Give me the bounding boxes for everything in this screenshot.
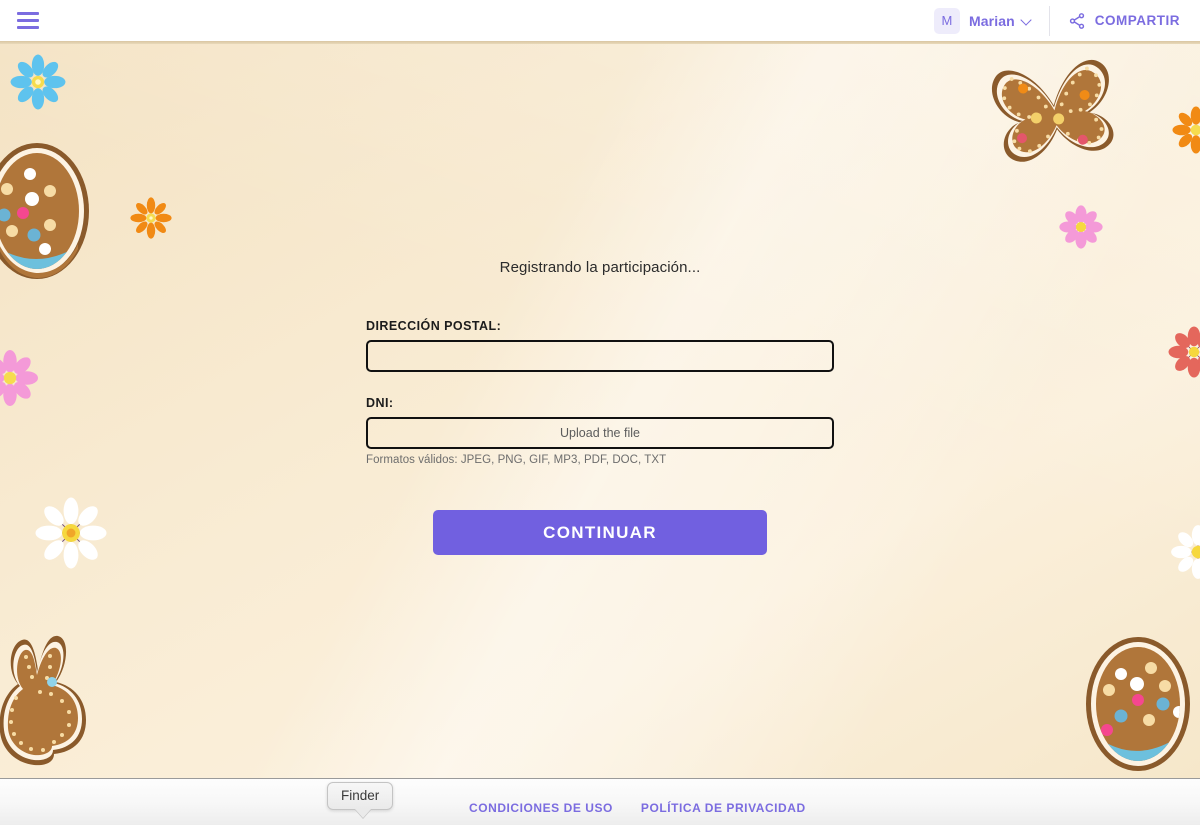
flower-red-right-edge xyxy=(1168,326,1200,378)
cookie-bunny-bottom-left xyxy=(0,635,86,766)
hamburger-menu-icon[interactable] xyxy=(0,0,56,41)
user-menu[interactable]: M Marian xyxy=(924,0,1049,41)
finder-tooltip: Finder xyxy=(327,782,394,818)
continue-button[interactable]: CONTINUAR xyxy=(433,510,767,555)
flower-blue-top-left xyxy=(10,54,66,110)
footer-bar: CONDICIONES DE USO POLÍTICA DE PRIVACIDA… xyxy=(0,778,1200,825)
status-message: Registrando la participación... xyxy=(499,259,701,276)
hamburger-line xyxy=(17,26,39,29)
dni-label: DNI: xyxy=(366,396,394,410)
footer-links: CONDICIONES DE USO POLÍTICA DE PRIVACIDA… xyxy=(469,801,806,815)
hamburger-line xyxy=(17,19,39,22)
flower-pink-left-edge xyxy=(0,350,38,406)
user-name-label: Marian xyxy=(969,12,1015,29)
postal-address-input[interactable] xyxy=(366,340,834,372)
header-right-group: M Marian COMPARTIR xyxy=(924,0,1200,41)
chevron-down-icon xyxy=(1022,16,1031,25)
flower-orange-left xyxy=(130,197,172,239)
cookie-egg-left xyxy=(0,143,89,279)
dni-upload-label: Upload the file xyxy=(560,426,640,440)
avatar: M xyxy=(934,7,961,34)
dni-formats-hint: Formatos válidos: JPEG, PNG, GIF, MP3, P… xyxy=(366,454,667,466)
dni-group: DNI: Upload the file Formatos válidos: J… xyxy=(366,396,834,466)
hamburger-line xyxy=(17,12,39,15)
flower-pink-right xyxy=(1059,205,1103,249)
flower-white-bottom-left xyxy=(35,497,107,569)
flower-white-right-edge xyxy=(1171,525,1200,579)
header-bottom-rule xyxy=(0,41,1200,44)
top-header-bar: M Marian COMPARTIR xyxy=(0,0,1200,41)
privacy-policy-link[interactable]: POLÍTICA DE PRIVACIDAD xyxy=(641,801,806,815)
flower-orange-right-edge xyxy=(1172,106,1200,154)
finder-tooltip-label: Finder xyxy=(327,782,394,810)
cookie-egg-bottom-right xyxy=(1086,637,1190,771)
postal-address-label: DIRECCIÓN POSTAL: xyxy=(366,319,502,333)
share-button[interactable]: COMPARTIR xyxy=(1050,0,1200,41)
tooltip-arrow xyxy=(355,809,371,818)
share-icon xyxy=(1069,12,1084,29)
terms-of-use-link[interactable]: CONDICIONES DE USO xyxy=(469,801,613,815)
page-stage: Registrando la participación... DIRECCIÓ… xyxy=(0,44,1200,778)
share-label: COMPARTIR xyxy=(1094,13,1180,28)
postal-address-group: DIRECCIÓN POSTAL: xyxy=(366,319,834,372)
app-root: M Marian COMPARTIR Registrando la partic… xyxy=(0,0,1200,825)
dni-upload-button[interactable]: Upload the file xyxy=(366,417,834,449)
cookie-butterfly-top-right xyxy=(991,59,1114,162)
